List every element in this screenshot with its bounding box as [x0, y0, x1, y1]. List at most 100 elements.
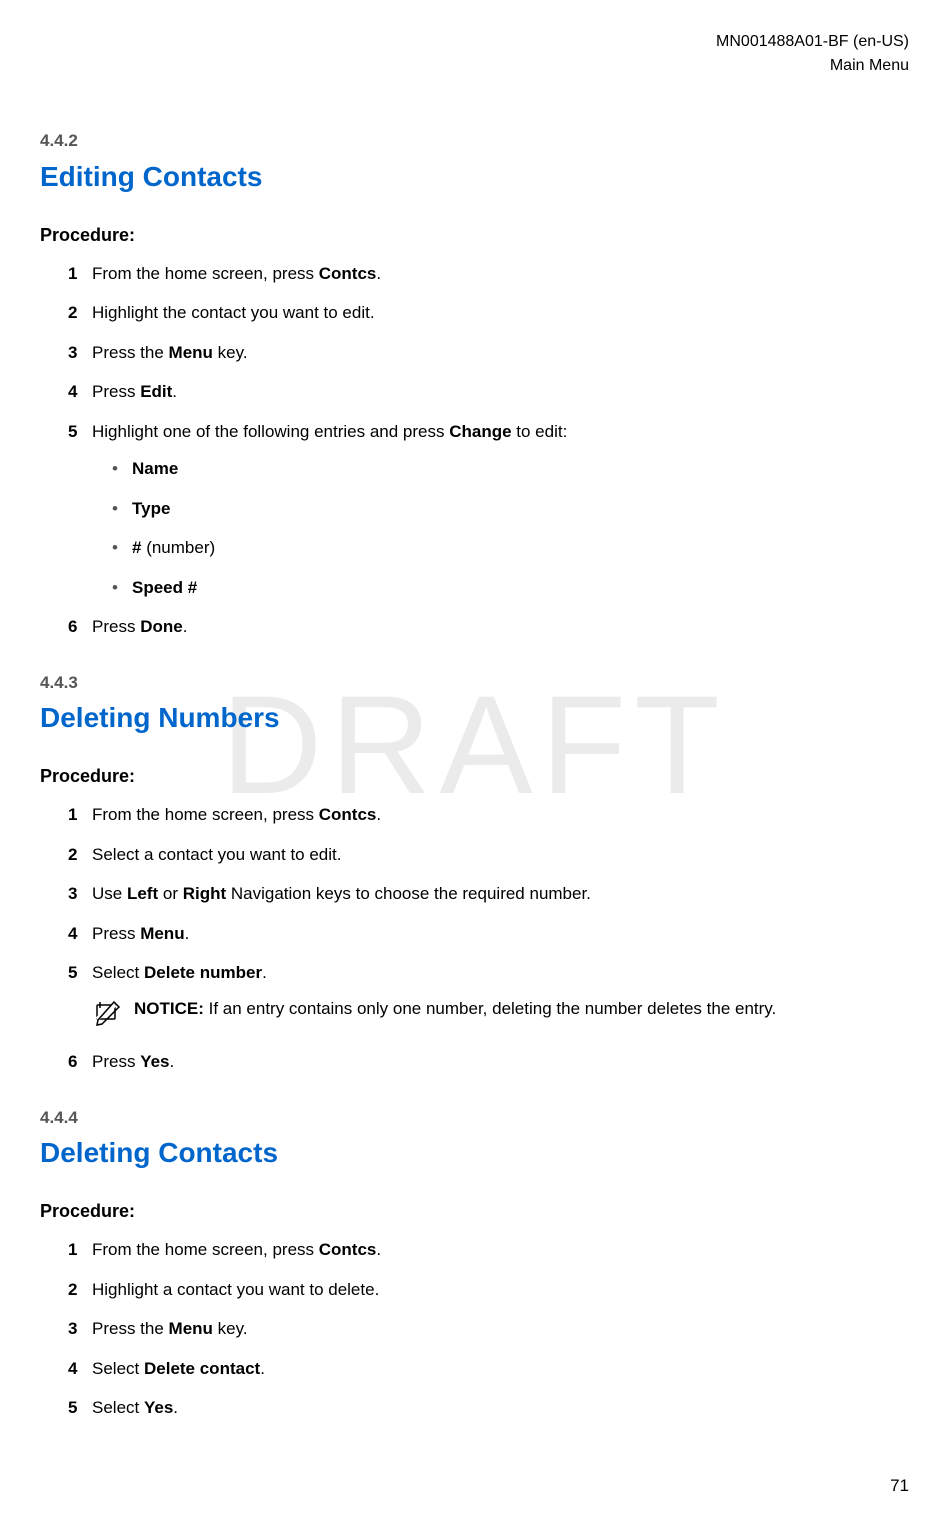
step-item: 1 From the home screen, press Contcs. — [68, 802, 909, 828]
section-444: 4.4.4 Deleting Contacts Procedure: 1 Fro… — [40, 1105, 909, 1421]
step-number: 5 — [68, 960, 77, 986]
bold-text: Done — [140, 617, 183, 636]
notice-icon — [92, 998, 122, 1036]
step-item: 6 Press Yes. — [68, 1049, 909, 1075]
text-fragment: (number) — [141, 538, 215, 557]
bold-text: Type — [132, 499, 170, 518]
text-fragment: Press — [92, 1052, 140, 1071]
notice-box: NOTICE: If an entry contains only one nu… — [92, 996, 909, 1036]
text-fragment: Use — [92, 884, 127, 903]
step-number: 2 — [68, 300, 77, 326]
step-text: Press the Menu key. — [92, 343, 248, 362]
text-fragment: Press the — [92, 343, 169, 362]
text-fragment: or — [158, 884, 183, 903]
step-text: Highlight the contact you want to edit. — [92, 303, 375, 322]
step-text: Press the Menu key. — [92, 1319, 248, 1338]
step-text: From the home screen, press Contcs. — [92, 264, 381, 283]
bold-text: Contcs — [319, 805, 377, 824]
section-title: Deleting Numbers — [40, 697, 909, 739]
text-fragment: . — [376, 264, 381, 283]
step-item: 4 Press Menu. — [68, 921, 909, 947]
step-item: 3 Press the Menu key. — [68, 1316, 909, 1342]
text-fragment: From the home screen, press — [92, 264, 319, 283]
step-number: 4 — [68, 379, 77, 405]
text-fragment: key. — [213, 1319, 248, 1338]
page-content: MN001488A01-BF (en-US) Main Menu 4. 4. 2 E… — [40, 30, 909, 1421]
step-number: 5 — [68, 419, 77, 445]
step-text: Press Yes. — [92, 1052, 174, 1071]
text-fragment: . — [172, 382, 177, 401]
text-fragment: From the home screen, press — [92, 1240, 319, 1259]
step-item: 6 Press Done. — [68, 614, 909, 640]
notice-body: If an entry contains only one number, de… — [204, 999, 776, 1018]
step-item: 4 Select Delete contact. — [68, 1356, 909, 1382]
step-text: Select Delete number. — [92, 963, 267, 982]
text-fragment: Select — [92, 1359, 144, 1378]
section-title: Editing Contacts — [40, 156, 909, 198]
text-fragment: . — [173, 1398, 178, 1417]
step-item: 3 Press the Menu key. — [68, 340, 909, 366]
page-header: MN001488A01-BF (en-US) Main Menu — [40, 30, 909, 78]
text-fragment: Press — [92, 617, 140, 636]
step-item: 5 Select Yes. — [68, 1395, 909, 1421]
sub-item: Type — [112, 496, 909, 522]
step-item: 2 Highlight a contact you want to delete… — [68, 1277, 909, 1303]
section-443: 4.4.3 Deleting Numbers Procedure: 1 From… — [40, 670, 909, 1075]
text-fragment: . — [376, 1240, 381, 1259]
bold-text: Menu — [169, 1319, 213, 1338]
step-number: 1 — [68, 1237, 77, 1263]
step-text: Press Done. — [92, 617, 187, 636]
step-number: 5 — [68, 1395, 77, 1421]
step-item: 4 Press Edit. — [68, 379, 909, 405]
step-number: 3 — [68, 881, 77, 907]
bold-text: Menu — [140, 924, 184, 943]
text-fragment: . — [185, 924, 190, 943]
text-fragment: Select — [92, 1398, 144, 1417]
steps-list: 1 From the home screen, press Contcs. 2 … — [40, 261, 909, 640]
sub-item: # (number) — [112, 535, 909, 561]
bold-text: Contcs — [319, 1240, 377, 1259]
step-number: 3 — [68, 340, 77, 366]
step-item: 2 Highlight the contact you want to edit… — [68, 300, 909, 326]
page-number: 71 — [890, 1473, 909, 1499]
text-fragment: . — [170, 1052, 175, 1071]
step-number: 2 — [68, 1277, 77, 1303]
step-item: 1 From the home screen, press Contcs. — [68, 261, 909, 287]
doc-id: MN001488A01-BF (en-US) — [40, 30, 909, 54]
sub-list: Name Type # (number) Speed # — [92, 456, 909, 600]
step-number: 4 — [68, 921, 77, 947]
step-number: 4 — [68, 1356, 77, 1382]
step-item: 3 Use Left or Right Navigation keys to c… — [68, 881, 909, 907]
step-item: 5 Select Delete number. NOTICE: If an en… — [68, 960, 909, 1035]
step-text: Highlight one of the following entries a… — [92, 422, 567, 441]
bold-text: Edit — [140, 382, 172, 401]
step-text: Select Yes. — [92, 1398, 178, 1417]
notice-text: NOTICE: If an entry contains only one nu… — [134, 996, 909, 1022]
bold-text: Menu — [169, 343, 213, 362]
steps-list: 1 From the home screen, press Contcs. 2 … — [40, 802, 909, 1075]
text-fragment: Select — [92, 963, 144, 982]
text-fragment: Navigation keys to choose the required n… — [226, 884, 591, 903]
step-item: 1 From the home screen, press Contcs. — [68, 1237, 909, 1263]
step-text: From the home screen, press Contcs. — [92, 1240, 381, 1259]
step-number: 6 — [68, 614, 77, 640]
step-item: 2 Select a contact you want to edit. — [68, 842, 909, 868]
step-number: 1 — [68, 802, 77, 828]
text-fragment: Press — [92, 924, 140, 943]
text-fragment: . — [376, 805, 381, 824]
text-fragment: . — [262, 963, 267, 982]
bold-text: Delete number — [144, 963, 262, 982]
step-number: 3 — [68, 1316, 77, 1342]
step-text: Press Menu. — [92, 924, 189, 943]
text-fragment: Highlight one of the following entries a… — [92, 422, 449, 441]
step-number: 6 — [68, 1049, 77, 1075]
doc-section: Main Menu — [40, 54, 909, 78]
text-fragment: From the home screen, press — [92, 805, 319, 824]
step-text: Select Delete contact. — [92, 1359, 265, 1378]
step-number: 1 — [68, 261, 77, 287]
steps-list: 1 From the home screen, press Contcs. 2 … — [40, 1237, 909, 1421]
step-text: Highlight a contact you want to delete. — [92, 1280, 379, 1299]
step-item: 5 Highlight one of the following entries… — [68, 419, 909, 601]
section-442: 4.4.2 Editing Contacts Procedure: 1 From… — [40, 128, 909, 640]
sub-item: Name — [112, 456, 909, 482]
